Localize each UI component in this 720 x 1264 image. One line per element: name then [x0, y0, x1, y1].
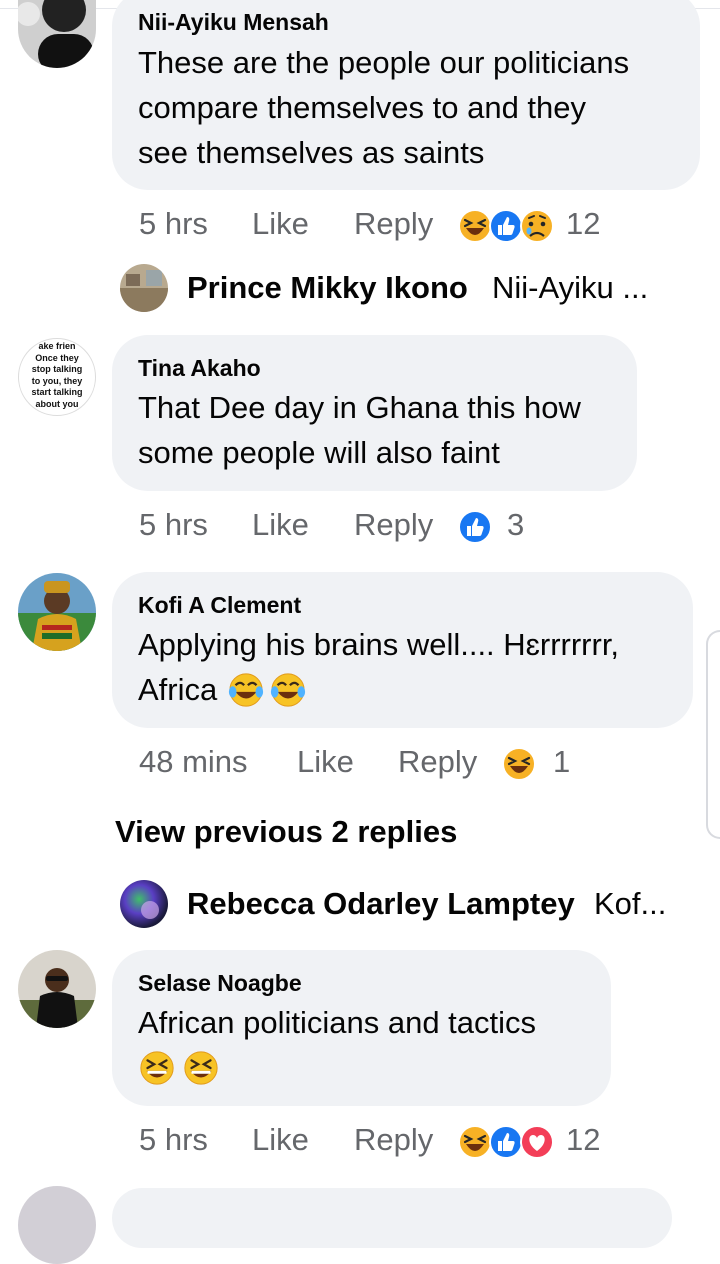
like-button[interactable]: Like — [252, 1122, 309, 1158]
reaction-summary[interactable] — [455, 507, 495, 547]
reply-avatar[interactable] — [120, 264, 168, 312]
comment-line: Applying his brains well.... Hɛrrrrrrr, — [138, 627, 620, 662]
reply-snippet[interactable]: Kof... — [594, 886, 666, 922]
comment-time: 5 hrs — [139, 1122, 208, 1157]
comment-line: These are the people our politicians — [138, 45, 630, 80]
comment-text: Applying his brains well.... Hɛrrrrrrr, … — [138, 622, 619, 712]
comment-bubble[interactable]: Selase Noagbe African politicians and ta… — [112, 950, 611, 1106]
reaction-count[interactable]: 12 — [566, 206, 600, 242]
haha-icon — [502, 747, 536, 781]
comment-bubble[interactable] — [112, 1188, 672, 1248]
reaction-count[interactable]: 3 — [507, 507, 524, 543]
comment-time: 48 mins — [139, 744, 248, 779]
comment-bubble[interactable]: Tina Akaho That Dee day in Ghana this ho… — [112, 335, 637, 491]
like-button[interactable]: Like — [252, 507, 309, 543]
haha-icon — [458, 209, 492, 243]
reply-snippet[interactable]: Nii-Ayiku ... — [492, 270, 648, 306]
like-icon — [489, 209, 523, 243]
avatar-text: ake frien Once they stop talking to you,… — [31, 341, 83, 409]
comment-line: That Dee day in Ghana this how — [138, 390, 581, 425]
reaction-count[interactable]: 12 — [566, 1122, 600, 1158]
reply-avatar[interactable] — [120, 880, 168, 928]
reaction-count[interactable]: 1 — [553, 744, 570, 780]
avatar-photo-icon — [120, 264, 168, 312]
view-previous-replies-link[interactable]: View previous 2 replies — [115, 814, 457, 850]
scroll-handle[interactable] — [706, 630, 720, 839]
tears-of-joy-icon — [227, 671, 265, 709]
reply-author[interactable]: Rebecca Odarley Lamptey — [187, 886, 575, 922]
comment-bubble[interactable]: Kofi A Clement Applying his brains well.… — [112, 572, 693, 728]
avatar[interactable] — [18, 0, 96, 68]
comment-line — [138, 1045, 536, 1090]
avatar-photo-icon — [120, 880, 168, 928]
comment-line: compare themselves to and they — [138, 90, 587, 125]
reply-author[interactable]: Prince Mikky Ikono — [187, 270, 468, 306]
comment-time: 5 hrs — [139, 206, 208, 241]
avatar-photo-icon — [18, 0, 96, 68]
avatar-photo-icon — [18, 573, 96, 651]
comment-line: see themselves as saints — [138, 135, 485, 170]
comment-author[interactable]: Kofi A Clement — [138, 592, 301, 619]
reply-button[interactable]: Reply — [354, 507, 433, 543]
grinning-squinting-icon — [138, 1049, 176, 1087]
avatar[interactable] — [18, 950, 96, 1028]
comment-line: some people will also faint — [138, 435, 500, 470]
comment-author[interactable]: Nii-Ayiku Mensah — [138, 9, 329, 36]
comment-text: That Dee day in Ghana this how some peop… — [138, 385, 581, 475]
reaction-summary[interactable] — [499, 744, 539, 784]
avatar[interactable]: ake frien Once they stop talking to you,… — [18, 338, 96, 416]
comment-bubble[interactable]: Nii-Ayiku Mensah These are the people ou… — [112, 0, 700, 190]
tears-of-joy-icon — [269, 671, 307, 709]
love-icon — [520, 1125, 554, 1159]
haha-icon — [458, 1125, 492, 1159]
reaction-summary[interactable] — [455, 206, 555, 246]
avatar[interactable] — [18, 1186, 96, 1264]
comment-author[interactable]: Tina Akaho — [138, 355, 261, 382]
grinning-squinting-icon — [182, 1049, 220, 1087]
like-icon — [489, 1125, 523, 1159]
reply-button[interactable]: Reply — [398, 744, 477, 780]
comment-text: These are the people our politicians com… — [138, 40, 629, 175]
comment-time: 5 hrs — [139, 507, 208, 542]
comment-text: African politicians and tactics — [138, 1000, 536, 1090]
reply-button[interactable]: Reply — [354, 1122, 433, 1158]
avatar-photo-icon — [18, 950, 96, 1028]
reply-button[interactable]: Reply — [354, 206, 433, 242]
avatar[interactable] — [18, 573, 96, 651]
sad-icon — [520, 209, 554, 243]
like-button[interactable]: Like — [252, 206, 309, 242]
like-icon — [458, 510, 492, 544]
reaction-summary[interactable] — [455, 1122, 555, 1162]
comment-line: African politicians and tactics — [138, 1005, 537, 1040]
comment-author[interactable]: Selase Noagbe — [138, 970, 302, 997]
like-button[interactable]: Like — [297, 744, 354, 780]
comment-line: Africa — [138, 667, 619, 712]
